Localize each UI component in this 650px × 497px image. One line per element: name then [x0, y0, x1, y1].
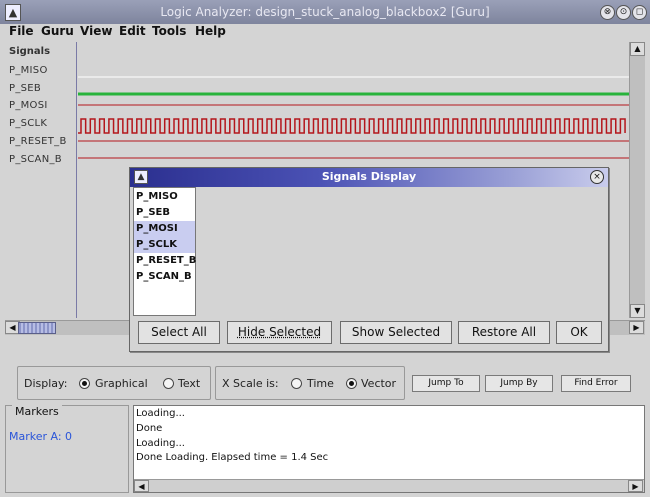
- menu-guru[interactable]: Guru: [41, 24, 74, 38]
- hide-selected-button[interactable]: Hide Selected: [227, 321, 332, 344]
- menu-help[interactable]: Help: [195, 24, 226, 38]
- menu-view[interactable]: View: [80, 24, 112, 38]
- display-group: Display: Graphical Text: [17, 366, 211, 400]
- scroll-down-icon[interactable]: ▼: [630, 304, 645, 318]
- menu-file[interactable]: File: [9, 24, 34, 38]
- scroll-thumb[interactable]: [18, 322, 56, 334]
- markers-title: Markers: [12, 405, 62, 418]
- display-label: Display:: [24, 377, 68, 390]
- signal-list[interactable]: P_MISO P_SEB P_MOSI P_SCLK P_RESET_B P_S…: [133, 187, 196, 316]
- log-line: Done: [136, 423, 163, 434]
- title-bar[interactable]: ▲ Logic Analyzer: design_stuck_analog_bl…: [0, 0, 650, 26]
- signal-list-item[interactable]: P_SCLK: [134, 237, 195, 253]
- jump-by-button[interactable]: Jump By: [485, 375, 553, 392]
- radio-graphical[interactable]: [79, 378, 90, 389]
- text-label[interactable]: Text: [178, 377, 200, 390]
- radio-time[interactable]: [291, 378, 302, 389]
- signals-display-dialog: ▲ Signals Display × P_MISO P_SEB P_MOSI …: [129, 167, 609, 352]
- log-line: Done Loading. Elapsed time = 1.4 Sec: [136, 452, 329, 463]
- markers-panel: Markers Marker A: 0: [5, 405, 129, 493]
- find-error-button[interactable]: Find Error: [561, 375, 631, 392]
- signal-name[interactable]: P_RESET_B: [9, 136, 67, 147]
- close-window-icon[interactable]: ⊗: [600, 5, 615, 20]
- log-line: Loading...: [136, 408, 185, 419]
- menu-tools[interactable]: Tools: [152, 24, 186, 38]
- close-icon[interactable]: ×: [590, 170, 604, 184]
- minimize-window-icon[interactable]: ◻: [632, 5, 647, 20]
- menu-bar: File Guru View Edit Tools Help: [0, 24, 650, 42]
- jump-to-button[interactable]: Jump To: [412, 375, 480, 392]
- show-selected-button[interactable]: Show Selected: [340, 321, 452, 344]
- signal-name[interactable]: P_MISO: [9, 65, 48, 76]
- scroll-right-icon[interactable]: ▶: [628, 480, 643, 492]
- menu-edit[interactable]: Edit: [119, 24, 146, 38]
- signal-list-item[interactable]: P_MOSI: [134, 221, 195, 237]
- scroll-right-icon[interactable]: ▶: [629, 321, 644, 334]
- signal-list-item[interactable]: P_MISO: [134, 189, 195, 205]
- ok-button[interactable]: OK: [556, 321, 602, 344]
- dialog-title: Signals Display: [321, 170, 417, 183]
- signal-list-item[interactable]: P_SEB: [134, 205, 195, 221]
- maximize-window-icon[interactable]: ⊙: [616, 5, 631, 20]
- trace-p-sclk: [78, 118, 626, 134]
- xscale-group: X Scale is: Time Vector: [215, 366, 405, 400]
- signal-name[interactable]: P_SEB: [9, 83, 41, 94]
- signal-name[interactable]: P_SCAN_B: [9, 154, 62, 165]
- log-line: Loading...: [136, 438, 185, 449]
- radio-text[interactable]: [163, 378, 174, 389]
- signal-name[interactable]: P_MOSI: [9, 100, 48, 111]
- xscale-label: X Scale is:: [222, 377, 279, 390]
- dialog-title-bar[interactable]: ▲ Signals Display ×: [130, 168, 608, 187]
- vertical-scrollbar[interactable]: ▲ ▼: [629, 42, 645, 318]
- signals-panel: Signals P_MISO P_SEB P_MOSI P_SCLK P_RES…: [5, 42, 77, 318]
- signal-list-item[interactable]: P_SCAN_B: [134, 269, 195, 285]
- scroll-left-icon[interactable]: ◀: [134, 480, 149, 492]
- log-horizontal-scrollbar[interactable]: ◀ ▶: [134, 479, 644, 492]
- marker-a[interactable]: Marker A: 0: [9, 430, 72, 443]
- radio-vector[interactable]: [346, 378, 357, 389]
- scroll-up-icon[interactable]: ▲: [630, 42, 645, 56]
- signal-list-item[interactable]: P_RESET_B: [134, 253, 196, 269]
- graphical-label[interactable]: Graphical: [95, 377, 148, 390]
- vector-label[interactable]: Vector: [361, 377, 396, 390]
- select-all-button[interactable]: Select All: [138, 321, 220, 344]
- window-title: Logic Analyzer: design_stuck_analog_blac…: [160, 5, 490, 19]
- signal-name[interactable]: P_SCLK: [9, 118, 47, 129]
- signals-header: Signals: [9, 46, 51, 57]
- logic-analyzer-window: ▲ Logic Analyzer: design_stuck_analog_bl…: [0, 0, 650, 497]
- restore-all-button[interactable]: Restore All: [458, 321, 550, 344]
- time-label[interactable]: Time: [307, 377, 334, 390]
- log-panel[interactable]: Loading... Done Loading... Done Loading.…: [133, 405, 645, 493]
